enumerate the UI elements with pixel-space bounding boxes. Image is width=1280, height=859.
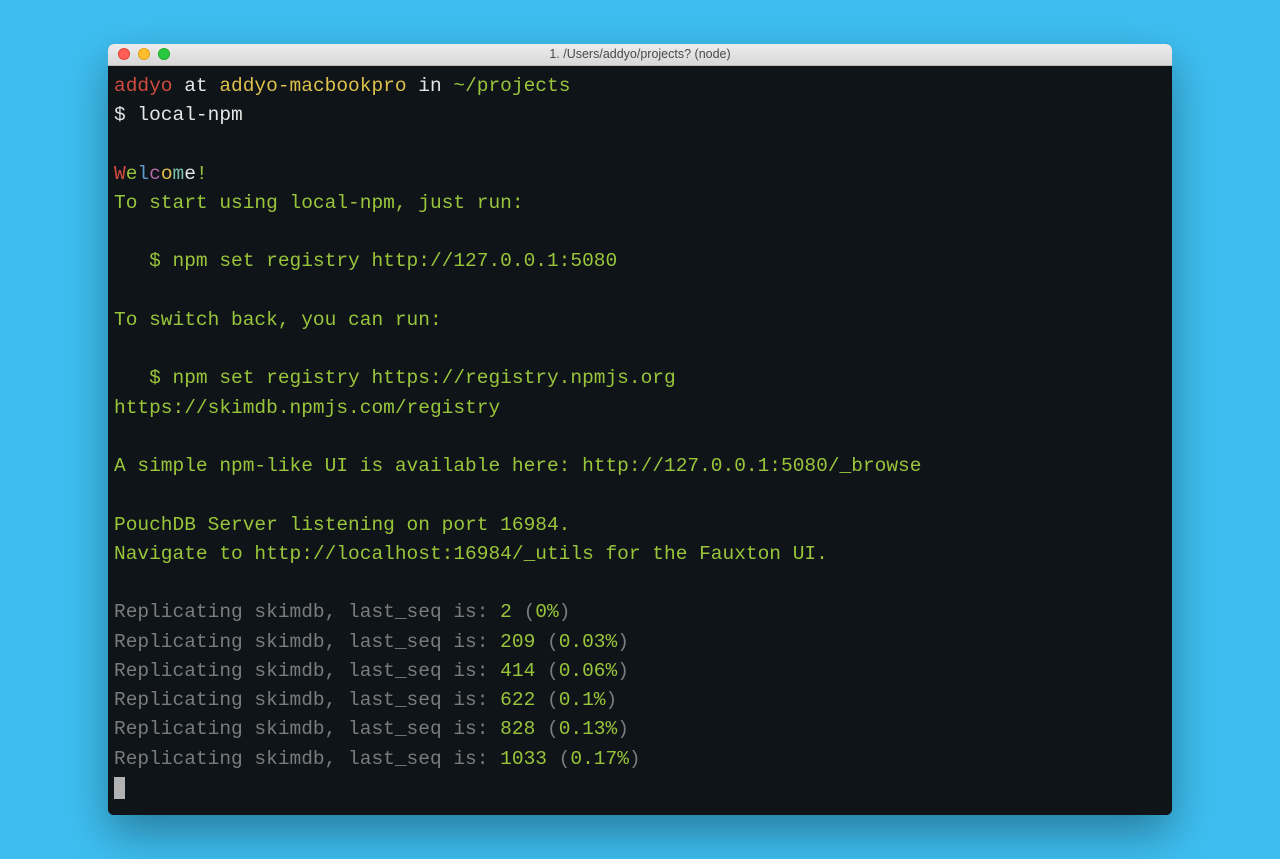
welcome-bang: !: [196, 163, 208, 185]
replication-seq: 209: [500, 631, 535, 653]
registry-npm-cmd: $ npm set registry https://registry.npmj…: [114, 367, 676, 389]
welcome-char: l: [137, 163, 149, 185]
replication-pct: 0%: [535, 601, 558, 623]
terminal-body[interactable]: addyo at addyo-macbookpro in ~/projects …: [108, 66, 1172, 815]
welcome-char: e: [184, 163, 196, 185]
window-title: 1. /Users/addyo/projects? (node): [108, 47, 1172, 61]
welcome-word: Welcome!: [114, 163, 208, 185]
replication-row: Replicating skimdb, last_seq is: 209 (0.…: [114, 631, 629, 653]
prompt-host: addyo-macbookpro: [219, 75, 406, 97]
paren-open: (: [535, 631, 558, 653]
skimdb-url: https://skimdb.npmjs.com/registry: [114, 397, 500, 419]
replication-label: Replicating skimdb, last_seq is:: [114, 660, 500, 682]
replication-label: Replicating skimdb, last_seq is:: [114, 689, 500, 711]
replication-seq: 1033: [500, 748, 547, 770]
prompt-in: in: [407, 75, 454, 97]
cursor-icon: [114, 777, 125, 799]
replication-seq: 828: [500, 718, 535, 740]
replication-seq: 622: [500, 689, 535, 711]
replication-seq: 414: [500, 660, 535, 682]
replication-label: Replicating skimdb, last_seq is:: [114, 718, 500, 740]
prompt-at: at: [173, 75, 220, 97]
welcome-char: W: [114, 163, 126, 185]
registry-local-cmd: $ npm set registry http://127.0.0.1:5080: [114, 250, 617, 272]
paren-close: ): [606, 689, 618, 711]
replication-pct: 0.1%: [559, 689, 606, 711]
prompt-user: addyo: [114, 75, 173, 97]
replication-label: Replicating skimdb, last_seq is:: [114, 748, 500, 770]
welcome-char: o: [161, 163, 173, 185]
paren-close: ): [617, 631, 629, 653]
paren-open: (: [535, 718, 558, 740]
paren-close: ): [629, 748, 641, 770]
prompt-symbol: $: [114, 104, 137, 126]
paren-close: ): [617, 660, 629, 682]
replication-pct: 0.03%: [559, 631, 618, 653]
paren-open: (: [535, 660, 558, 682]
terminal-window: 1. /Users/addyo/projects? (node) addyo a…: [108, 44, 1172, 815]
replication-label: Replicating skimdb, last_seq is:: [114, 601, 500, 623]
replication-pct: 0.13%: [559, 718, 618, 740]
paren-close: ): [617, 718, 629, 740]
pouchdb-line: PouchDB Server listening on port 16984.: [114, 514, 570, 536]
paren-open: (: [535, 689, 558, 711]
paren-close: ): [559, 601, 571, 623]
replication-row: Replicating skimdb, last_seq is: 828 (0.…: [114, 718, 629, 740]
replication-pct: 0.17%: [570, 748, 629, 770]
welcome-char: m: [173, 163, 185, 185]
paren-open: (: [547, 748, 570, 770]
start-line: To start using local-npm, just run:: [114, 192, 524, 214]
replication-pct: 0.06%: [559, 660, 618, 682]
welcome-char: e: [126, 163, 138, 185]
welcome-char: c: [149, 163, 161, 185]
ui-line: A simple npm-like UI is available here: …: [114, 455, 921, 477]
prompt-path: ~/projects: [453, 75, 570, 97]
command-text: local-npm: [137, 104, 242, 126]
switch-back-line: To switch back, you can run:: [114, 309, 442, 331]
replication-label: Replicating skimdb, last_seq is:: [114, 631, 500, 653]
replication-row: Replicating skimdb, last_seq is: 414 (0.…: [114, 660, 629, 682]
titlebar[interactable]: 1. /Users/addyo/projects? (node): [108, 44, 1172, 66]
replication-row: Replicating skimdb, last_seq is: 622 (0.…: [114, 689, 617, 711]
replication-seq: 2: [500, 601, 512, 623]
replication-row: Replicating skimdb, last_seq is: 2 (0%): [114, 601, 570, 623]
fauxton-line: Navigate to http://localhost:16984/_util…: [114, 543, 828, 565]
replication-row: Replicating skimdb, last_seq is: 1033 (0…: [114, 748, 641, 770]
paren-open: (: [512, 601, 535, 623]
prompt-line: addyo at addyo-macbookpro in ~/projects: [114, 75, 570, 97]
